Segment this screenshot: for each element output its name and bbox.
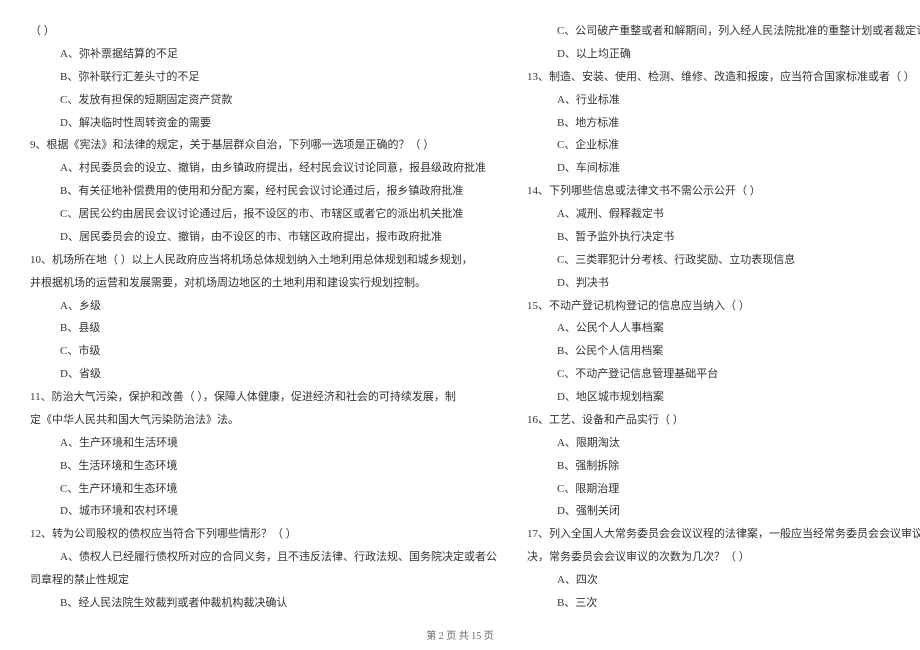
option-17-b: B、三次 (527, 592, 920, 615)
option-8-a: A、弥补票据结算的不足 (30, 43, 497, 66)
option-11-d: D、城市环境和农村环境 (30, 500, 497, 523)
option-10-d: D、省级 (30, 363, 497, 386)
right-column: C、公司破产重整或者和解期间，列入经人民法院批准的重整计划或者裁定认可的和解协议… (527, 20, 920, 615)
option-10-a: A、乡级 (30, 295, 497, 318)
option-15-c: C、不动产登记信息管理基础平台 (527, 363, 920, 386)
option-13-b: B、地方标准 (527, 112, 920, 135)
question-13-stem: 13、制造、安装、使用、检测、维修、改造和报废，应当符合国家标准或者（ ） (527, 66, 920, 89)
option-13-d: D、车间标准 (527, 157, 920, 180)
question-8-continuation: （ ） (30, 20, 497, 43)
question-10-stem-line2: 并根据机场的运营和发展需要，对机场周边地区的土地利用和建设实行规划控制。 (30, 272, 497, 295)
option-16-d: D、强制关闭 (527, 500, 920, 523)
option-12-d: D、以上均正确 (527, 43, 920, 66)
option-15-a: A、公民个人人事档案 (527, 317, 920, 340)
option-9-c: C、居民公约由居民会议讨论通过后，报不设区的市、市辖区或者它的派出机关批准 (30, 203, 497, 226)
option-17-a: A、四次 (527, 569, 920, 592)
option-8-b: B、弥补联行汇差头寸的不足 (30, 66, 497, 89)
question-11-stem-line1: 11、防治大气污染，保护和改善（ ），保障人体健康，促进经济和社会的可持续发展，… (30, 386, 497, 409)
page-footer: 第 2 页 共 15 页 (0, 627, 920, 642)
option-14-b: B、暂予监外执行决定书 (527, 226, 920, 249)
option-10-c: C、市级 (30, 340, 497, 363)
option-8-d: D、解决临时性周转资金的需要 (30, 112, 497, 135)
question-15-stem: 15、不动产登记机构登记的信息应当纳入（ ） (527, 295, 920, 318)
question-12-stem: 12、转为公司股权的债权应当符合下列哪些情形？（ ） (30, 523, 497, 546)
question-14-stem: 14、下列哪些信息或法律文书不需公示公开（ ） (527, 180, 920, 203)
option-12-c: C、公司破产重整或者和解期间，列入经人民法院批准的重整计划或者裁定认可的和解协议… (527, 20, 920, 43)
question-9-stem: 9、根据《宪法》和法律的规定，关于基层群众自治，下列哪一选项是正确的？（ ） (30, 134, 497, 157)
option-10-b: B、县级 (30, 317, 497, 340)
option-11-a: A、生产环境和生活环境 (30, 432, 497, 455)
option-14-a: A、减刑、假释裁定书 (527, 203, 920, 226)
option-16-b: B、强制拆除 (527, 455, 920, 478)
option-16-c: C、限期治理 (527, 478, 920, 501)
left-column: （ ） A、弥补票据结算的不足 B、弥补联行汇差头寸的不足 C、发放有担保的短期… (30, 20, 497, 615)
option-8-c: C、发放有担保的短期固定资产贷款 (30, 89, 497, 112)
option-15-b: B、公民个人信用档案 (527, 340, 920, 363)
option-12-a-line1: A、债权人已经履行债权所对应的合同义务，且不违反法律、行政法规、国务院决定或者公 (30, 546, 497, 569)
option-15-d: D、地区城市规划档案 (527, 386, 920, 409)
option-14-d: D、判决书 (527, 272, 920, 295)
option-11-c: C、生产环境和生态环境 (30, 478, 497, 501)
two-column-layout: （ ） A、弥补票据结算的不足 B、弥补联行汇差头寸的不足 C、发放有担保的短期… (30, 20, 890, 615)
option-9-b: B、有关征地补偿费用的使用和分配方案，经村民会议讨论通过后，报乡镇政府批准 (30, 180, 497, 203)
option-12-a-line2: 司章程的禁止性规定 (30, 569, 497, 592)
option-13-a: A、行业标准 (527, 89, 920, 112)
option-11-b: B、生活环境和生态环境 (30, 455, 497, 478)
question-11-stem-line2: 定《中华人民共和国大气污染防治法》法。 (30, 409, 497, 432)
option-12-b: B、经人民法院生效裁判或者仲裁机构裁决确认 (30, 592, 497, 615)
option-9-d: D、居民委员会的设立、撤销，由不设区的市、市辖区政府提出，报市政府批准 (30, 226, 497, 249)
option-9-a: A、村民委员会的设立、撤销，由乡镇政府提出，经村民会议讨论同意，报县级政府批准 (30, 157, 497, 180)
question-17-stem-line2: 决，常务委员会会议审议的次数为几次？（ ） (527, 546, 920, 569)
question-17-stem-line1: 17、列入全国人大常务委员会会议议程的法律案，一般应当经常务委员会会议审议后再交… (527, 523, 920, 546)
option-16-a: A、限期淘汰 (527, 432, 920, 455)
option-14-c: C、三类罪犯计分考核、行政奖励、立功表现信息 (527, 249, 920, 272)
option-13-c: C、企业标准 (527, 134, 920, 157)
question-16-stem: 16、工艺、设备和产品实行（ ） (527, 409, 920, 432)
question-10-stem-line1: 10、机场所在地（ ）以上人民政府应当将机场总体规划纳入土地利用总体规划和城乡规… (30, 249, 497, 272)
